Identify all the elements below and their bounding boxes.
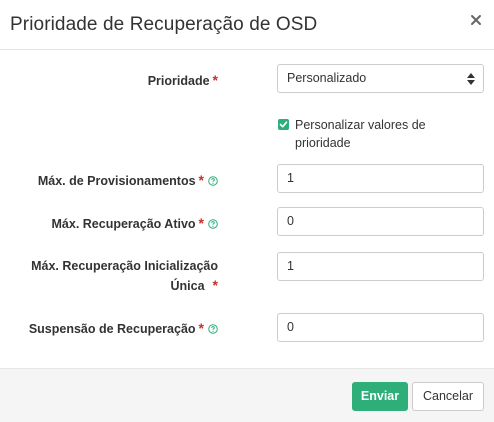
modal-title: Prioridade de Recuperação de OSD: [10, 14, 318, 35]
modal-footer: Enviar Cancelar: [0, 368, 494, 422]
cancel-button[interactable]: Cancelar: [412, 382, 484, 411]
help-icon[interactable]: [208, 218, 218, 229]
max-recovery-active-input[interactable]: 0: [277, 207, 484, 236]
help-icon[interactable]: [208, 323, 218, 334]
select-arrows-icon: [467, 73, 475, 85]
customize-priority-checkbox[interactable]: [278, 119, 289, 130]
recovery-sleep-label: Suspensão de Recuperação *: [10, 319, 218, 339]
required-asterisk: *: [198, 215, 204, 231]
required-asterisk: *: [212, 277, 218, 293]
modal-header: Prioridade de Recuperação de OSD: [0, 0, 494, 50]
max-single-start-input[interactable]: 1: [277, 252, 484, 281]
osd-recovery-priority-modal: Prioridade de Recuperação de OSD Priorid…: [0, 0, 494, 422]
submit-button[interactable]: Enviar: [352, 382, 408, 411]
priority-select[interactable]: Personalizado: [277, 64, 484, 93]
priority-label: Prioridade *: [147, 72, 218, 88]
check-icon: [279, 121, 288, 128]
required-asterisk: *: [198, 172, 204, 188]
close-icon[interactable]: [470, 14, 484, 28]
max-backfills-input[interactable]: 1: [277, 164, 484, 193]
recovery-sleep-input[interactable]: 0: [277, 313, 484, 342]
help-icon[interactable]: [208, 175, 218, 186]
required-asterisk: *: [212, 72, 218, 88]
max-single-start-label: Máx. Recuperação Inicialização Única *: [31, 259, 218, 293]
customize-priority-label[interactable]: Personalizar valores de prioridade: [295, 116, 465, 152]
required-asterisk: *: [198, 320, 204, 336]
max-backfills-label: Máx. de Provisionamentos *: [10, 171, 218, 191]
max-recovery-active-label: Máx. Recuperação Ativo *: [10, 214, 218, 234]
